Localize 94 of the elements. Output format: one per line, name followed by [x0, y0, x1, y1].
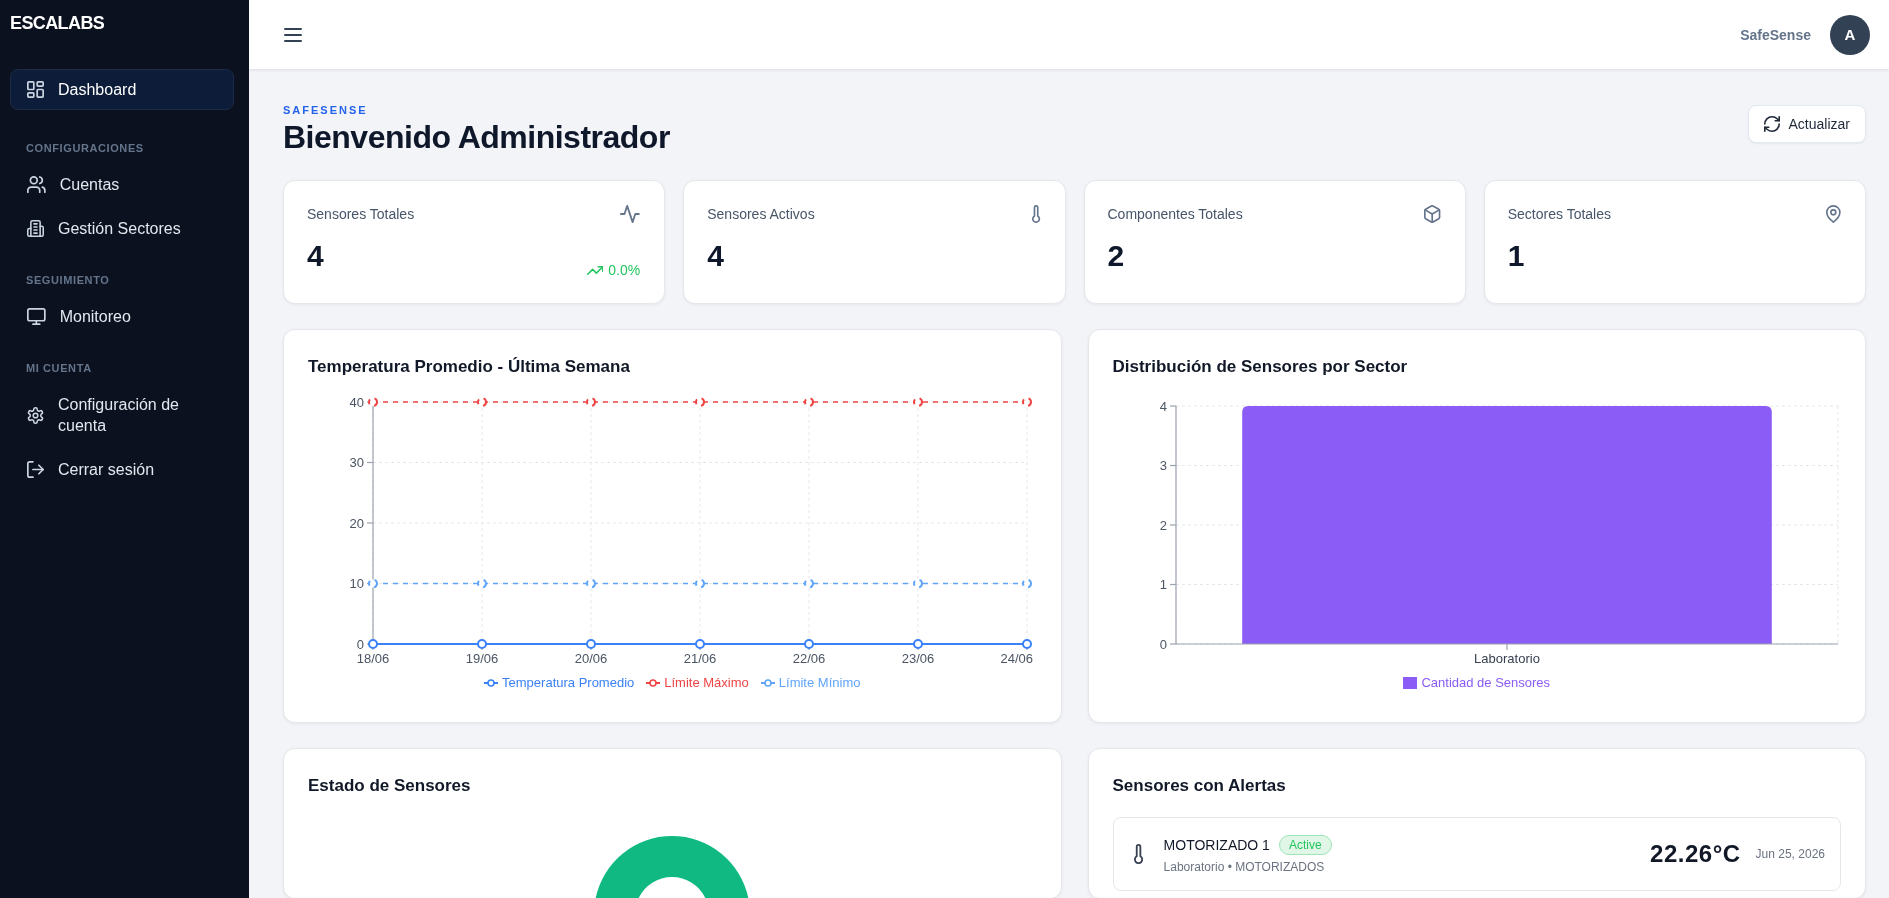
legend-marker-icon	[760, 679, 775, 687]
stat-value: 4	[307, 238, 324, 274]
data-point	[695, 639, 705, 649]
trend-value: 0.0%	[608, 261, 641, 279]
menu-icon	[284, 27, 302, 42]
y-axis-label: 30	[349, 455, 364, 470]
y-axis-label: 1	[1159, 577, 1167, 592]
y-axis-label: 10	[349, 576, 364, 591]
logout-icon	[27, 461, 44, 478]
stat-label: Sectores Totales	[1507, 206, 1611, 222]
x-axis-label: Laboratorio	[1473, 650, 1540, 666]
legend-swatch-icon	[1403, 677, 1418, 689]
data-point	[913, 639, 923, 649]
card-title: Estado de Sensores	[308, 775, 471, 797]
data-point	[913, 578, 923, 589]
data-point	[368, 639, 378, 649]
x-axis-label: 20/06	[574, 650, 608, 666]
data-point	[804, 397, 814, 407]
refresh-button[interactable]: Actualizar	[1747, 105, 1866, 143]
data-point	[477, 639, 487, 649]
x-axis-label: 22/06	[792, 650, 826, 666]
nav-section-heading: SEGUIMIENTO	[25, 273, 110, 287]
card-title: Sensores con Alertas	[1112, 775, 1286, 797]
map-pin-icon	[1826, 205, 1841, 223]
user-avatar[interactable]: A	[1830, 14, 1870, 55]
nav-item[interactable]: Gestión Sectores	[10, 208, 234, 249]
legend-label: Límite Mínimo	[778, 674, 861, 692]
thermometer-icon	[1032, 205, 1041, 223]
page-title: Bienvenido Administrador	[283, 119, 670, 155]
nav-item[interactable]: Cerrar sesión	[10, 449, 234, 490]
stat-value: 1	[1507, 238, 1525, 274]
y-axis-label: 0	[356, 636, 364, 652]
refresh-icon	[1763, 116, 1780, 132]
box-icon	[1424, 205, 1441, 223]
stat-value: 4	[707, 238, 724, 274]
data-point	[804, 639, 814, 649]
settings-icon	[27, 406, 44, 424]
x-axis-label: 19/06	[465, 650, 499, 666]
pulse-icon	[620, 205, 641, 223]
nav-item[interactable]: Dashboard	[10, 69, 234, 110]
section-eyebrow: SAFESENSE	[283, 104, 368, 117]
data-point	[586, 639, 596, 649]
legend-label: Límite Máximo	[664, 674, 749, 692]
data-point	[695, 578, 705, 589]
stat-label: Sensores Totales	[307, 206, 415, 222]
sensor-reading: 22.26°C	[1650, 840, 1741, 868]
y-axis-label: 0	[1159, 636, 1167, 652]
data-point	[1022, 397, 1032, 407]
logo: ESCALABS	[10, 12, 105, 34]
sensor-name: MOTORIZADO 1	[1163, 836, 1270, 853]
stat-label: Componentes Totales	[1107, 206, 1243, 222]
x-axis-label: 23/06	[901, 650, 935, 666]
stat-value: 2	[1107, 238, 1125, 274]
brand-name: SafeSense	[1740, 26, 1811, 43]
data-point	[586, 578, 596, 589]
alert-item[interactable]: MOTORIZADO 1 Active Laboratorio • MOTORIZADOS 22.26°C Jun 25, 2026	[1112, 817, 1841, 891]
nav-section-heading: MI CUENTA	[25, 361, 92, 375]
legend-marker-icon	[484, 679, 499, 687]
data-point	[1022, 639, 1032, 649]
x-axis-label: 24/06	[1000, 650, 1033, 666]
card-title: Temperatura Promedio - Última Semana	[308, 356, 630, 378]
data-point	[368, 578, 378, 589]
legend-label: Temperatura Promedio	[502, 674, 635, 692]
data-point	[804, 578, 814, 589]
monitor-icon	[27, 308, 46, 325]
status-badge: Active	[1278, 834, 1332, 855]
card-title: Distribución de Sensores por Sector	[1112, 356, 1408, 378]
users-icon	[27, 176, 46, 193]
legend-marker-icon	[646, 679, 661, 687]
data-point	[477, 397, 487, 407]
y-axis-label: 2	[1159, 517, 1167, 533]
sensor-location: Laboratorio • MOTORIZADOS	[1163, 859, 1325, 874]
y-axis-label: 20	[349, 515, 364, 531]
nav-item[interactable]: Configuración de cuenta	[10, 384, 234, 446]
nav-item[interactable]: Cuentas	[10, 164, 234, 205]
y-axis-label: 40	[349, 394, 364, 410]
data-point	[913, 397, 923, 407]
data-point	[586, 397, 596, 407]
x-axis-label: 21/06	[683, 650, 717, 666]
legend-label: Cantidad de Sensores	[1421, 674, 1551, 692]
data-point	[1022, 578, 1032, 589]
nav-item[interactable]: Monitoreo	[10, 296, 234, 337]
nav-section-heading: CONFIGURACIONES	[25, 141, 144, 155]
thermometer-icon	[1133, 844, 1143, 864]
y-axis-label: 3	[1159, 458, 1167, 473]
y-axis-label: 4	[1159, 398, 1167, 414]
building-icon	[27, 220, 44, 237]
data-point	[368, 397, 378, 407]
data-point	[477, 578, 487, 589]
x-axis-label: 18/06	[356, 650, 390, 666]
grid-icon	[27, 81, 44, 98]
reading-date: Jun 25, 2026	[1755, 847, 1825, 861]
stat-label: Sensores Activos	[707, 206, 815, 222]
data-point	[695, 397, 705, 407]
